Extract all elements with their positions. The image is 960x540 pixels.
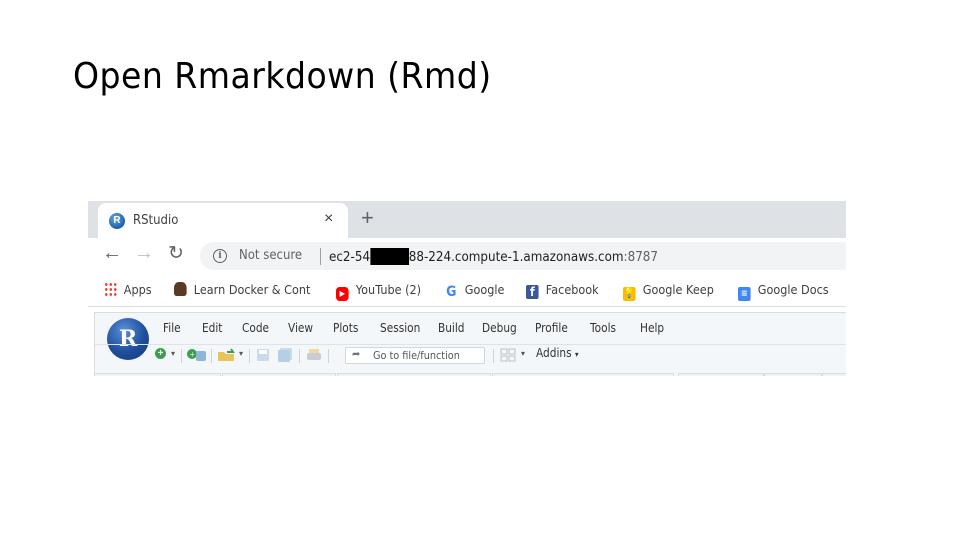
svg-text:+: + [190,350,195,359]
pane-layout-dropdown-icon[interactable]: ▾ [521,349,525,358]
bookmark-label: YouTube (2) [355,282,422,297]
menu-view[interactable]: View [288,321,313,335]
toolbar-divider [211,349,212,363]
info-icon[interactable]: i [213,249,227,263]
new-project-icon: + [187,349,206,361]
go-to-file-input[interactable]: ➦ Go to file/function [345,347,485,364]
pane-layout-button[interactable] [500,348,516,367]
toolbar-divider [249,349,250,363]
menu-edit[interactable]: Edit [202,321,222,335]
new-file-button[interactable]: + [155,348,166,359]
bookmark-label: Learn Docker & Cont [193,282,311,297]
toolbar-divider [328,349,329,363]
grid-layout-icon [500,348,516,362]
url-host: 88-224.compute-1.amazonaws.com [408,250,624,265]
back-arrow-icon[interactable]: ← [102,242,122,265]
bookmark-youtube[interactable]: ▶ YouTube (2) [336,282,421,301]
bookmark-label: Google Keep [642,282,714,297]
security-status[interactable]: Not secure [239,248,302,263]
docker-icon [174,282,187,296]
open-file-button[interactable] [217,348,237,367]
bookmarks-bar: Apps Learn Docker & Cont ▶ YouTube (2) GG… [88,274,846,307]
bookmark-label: Google Docs [757,282,829,297]
go-to-file-placeholder: Go to file/function [373,349,460,362]
facebook-icon: f [526,285,539,299]
browser-screenshot: R RStudio × + ← → ↻ i Not secure ec2-54 8… [88,201,846,376]
addins-dropdown-icon: ▾ [574,350,579,359]
address-bar[interactable]: i Not secure ec2-54 88-224.compute-1.amaz… [200,242,846,270]
menu-session[interactable]: Session [380,321,420,335]
bookmark-google-keep[interactable]: 💡 Google Keep [623,282,714,301]
bookmark-label: Apps [123,282,152,297]
menubar-divider [95,344,846,345]
folder-open-icon [218,348,235,361]
menu-build[interactable]: Build [438,321,465,335]
pane-tab[interactable] [764,373,822,376]
browser-tab-rstudio[interactable]: R RStudio × [98,203,348,240]
url-prefix: ec2-54 [329,250,371,265]
pane-tabs-strip [94,373,846,376]
pane-tab[interactable] [492,373,674,376]
browser-toolbar: ← → ↻ i Not secure ec2-54 88-224.compute-… [88,238,846,274]
toolbar-divider [299,349,300,363]
menu-code[interactable]: Code [242,321,269,335]
open-file-dropdown-icon[interactable]: ▾ [239,349,243,358]
menu-plots[interactable]: Plots [333,321,358,335]
pane-tab[interactable] [337,373,491,376]
url-port: :8787 [623,250,659,265]
url-text[interactable]: ec2-54 88-224.compute-1.amazonaws.com:878… [329,248,658,265]
close-tab-icon[interactable]: × [324,210,333,228]
save-button[interactable] [256,348,270,367]
bookmark-google[interactable]: G Google [445,282,504,299]
print-icon [307,349,321,360]
save-icon [257,349,269,361]
r-logo-icon: R [107,318,149,360]
addins-label: Addins [536,346,572,360]
bookmark-learn-docker[interactable]: Learn Docker & Cont [174,282,310,297]
new-file-dropdown-icon[interactable]: ▾ [171,349,175,358]
pane-tab[interactable] [678,373,764,376]
pane-tab[interactable] [94,373,221,376]
bookmark-apps[interactable]: Apps [104,282,152,297]
bookmark-label: Facebook [545,282,599,297]
new-project-button[interactable]: + [187,348,207,367]
plus-circle-icon: + [155,348,166,359]
google-docs-icon: ≡ [738,287,751,301]
menu-debug[interactable]: Debug [482,321,517,335]
bookmark-facebook[interactable]: f Facebook [526,282,599,299]
addins-menu[interactable]: Addins ▾ [536,346,578,360]
save-all-button[interactable] [277,348,293,367]
toolbar-divider [493,349,494,363]
url-divider [320,248,321,265]
bookmark-google-docs[interactable]: ≡ Google Docs [738,282,829,301]
print-button[interactable] [306,348,322,367]
menu-tools[interactable]: Tools [590,321,616,335]
bookmark-label: Google [464,282,505,297]
menu-file[interactable]: File [163,321,181,335]
pane-tab[interactable] [822,373,846,376]
tab-strip: R RStudio × + [88,201,846,240]
forward-arrow-icon[interactable]: → [134,242,154,265]
youtube-icon: ▶ [336,287,349,301]
google-keep-icon: 💡 [623,287,636,301]
pane-tab[interactable] [222,373,336,376]
reload-icon[interactable]: ↻ [168,242,184,265]
slide-title: Open Rmarkdown (Rmd) [73,56,492,97]
toolbar-divider [181,349,182,363]
tab-title: RStudio [133,213,179,228]
menu-profile[interactable]: Profile [535,321,568,335]
goto-arrow-icon: ➦ [352,349,361,360]
rstudio-favicon-icon: R [109,213,125,229]
google-icon: G [446,284,457,300]
rstudio-header: R File Edit Code View Plots Session Buil… [94,312,846,376]
new-tab-button[interactable]: + [361,205,374,231]
redacted-block [370,248,409,265]
menu-help[interactable]: Help [640,321,664,335]
apps-grid-icon [104,282,117,296]
save-all-icon [278,348,292,362]
